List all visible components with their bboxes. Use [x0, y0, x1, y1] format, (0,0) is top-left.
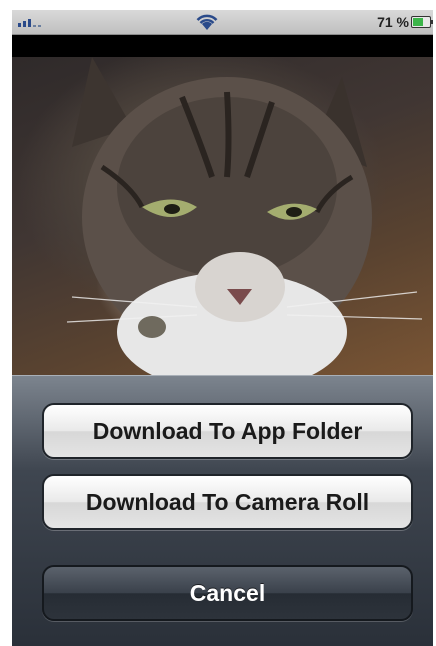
status-bar: 71 %: [12, 10, 433, 35]
cat-photo: [12, 57, 433, 375]
cancel-button[interactable]: Cancel: [42, 565, 413, 621]
cat-illustration: [66, 57, 423, 375]
action-sheet: Download To App Folder Download To Camer…: [12, 375, 433, 646]
phone-screen: 71 % Download To App Folder Download To …: [12, 10, 433, 646]
battery-icon: [411, 16, 433, 28]
signal-bars-icon: [18, 17, 41, 27]
battery-percent: 71 %: [377, 14, 409, 30]
download-to-camera-roll-button[interactable]: Download To Camera Roll: [42, 474, 413, 530]
download-to-app-folder-button[interactable]: Download To App Folder: [42, 403, 413, 459]
wifi-icon: [196, 14, 218, 30]
screenshot-frame: 71 % Download To App Folder Download To …: [0, 0, 436, 646]
